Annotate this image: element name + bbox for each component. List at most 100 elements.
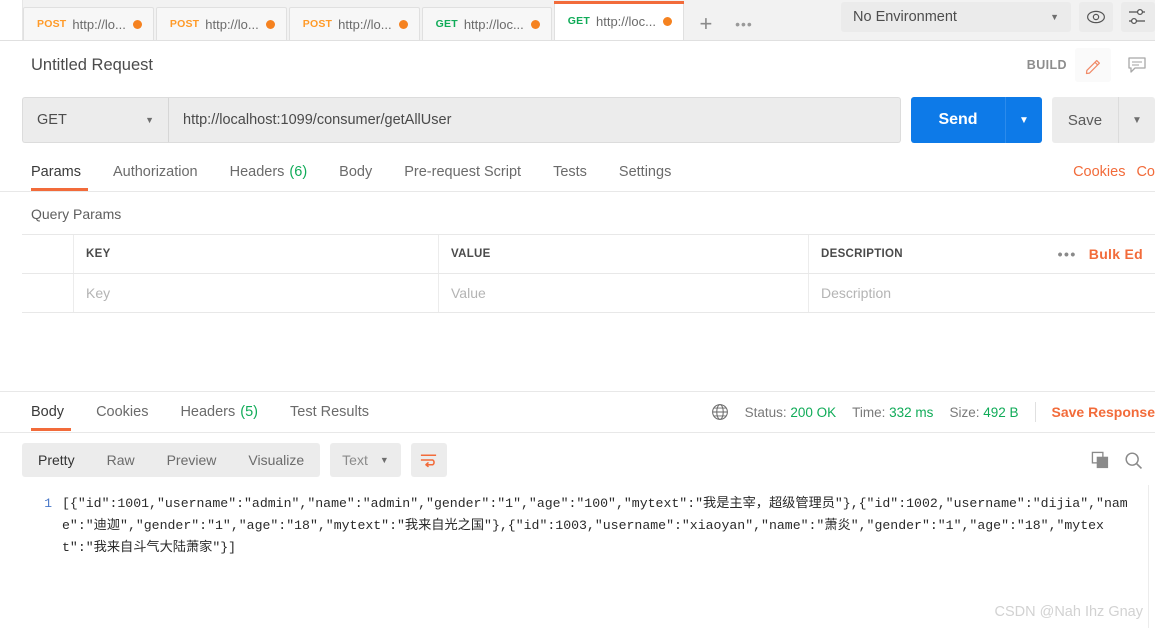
- time-label: Time: 332 ms: [852, 405, 933, 420]
- tab-url: http://loc...: [463, 16, 524, 32]
- column-header-key: KEY: [74, 235, 439, 273]
- response-format-selector[interactable]: Text ▼: [330, 443, 401, 477]
- cookies-link[interactable]: Cookies: [1073, 164, 1125, 180]
- param-key-input[interactable]: Key: [74, 274, 439, 312]
- send-button[interactable]: Send: [911, 97, 1005, 143]
- tab-label: Headers: [229, 164, 285, 180]
- request-tab[interactable]: POST http://lo...: [288, 7, 420, 40]
- environment-selector[interactable]: No Environment ▼: [841, 2, 1071, 32]
- save-response-button[interactable]: Save Response: [1052, 404, 1155, 420]
- unsaved-dot-icon: [265, 19, 275, 29]
- chevron-down-icon: ▼: [145, 115, 154, 125]
- tab-body[interactable]: Body: [323, 153, 388, 191]
- column-header-description: DESCRIPTION ••• Bulk Ed: [809, 235, 1155, 273]
- select-all-checkbox-cell[interactable]: [22, 235, 74, 273]
- environment-quick-look-button[interactable]: [1079, 2, 1113, 32]
- chevron-down-icon: ▼: [1050, 12, 1059, 22]
- row-checkbox-cell[interactable]: [22, 274, 74, 312]
- response-body-viewer[interactable]: 1 [{"id":1001,"username":"admin","name":…: [0, 485, 1155, 628]
- tab-method: POST: [37, 18, 67, 30]
- request-tab[interactable]: POST http://lo...: [23, 7, 154, 40]
- unsaved-dot-icon: [132, 19, 142, 29]
- http-method-value: GET: [37, 112, 67, 128]
- response-tab-test-results[interactable]: Test Results: [274, 393, 385, 431]
- tab-label: Body: [31, 404, 65, 420]
- line-number-gutter: 1: [22, 485, 62, 628]
- environment-settings-button[interactable]: [1121, 2, 1155, 32]
- eye-icon: [1087, 10, 1105, 24]
- view-mode-preview[interactable]: Preview: [151, 443, 233, 477]
- response-body-text[interactable]: [{"id":1001,"username":"admin","name":"a…: [62, 485, 1155, 628]
- meta-divider: [1034, 402, 1036, 422]
- response-tabs: Body Cookies Headers (5) Test Results St…: [0, 391, 1155, 433]
- request-tab[interactable]: GET http://loc...: [421, 7, 552, 40]
- tab-method: POST: [169, 18, 200, 30]
- param-description-input[interactable]: Description: [809, 274, 1155, 312]
- response-format-value: Text: [342, 452, 368, 468]
- tab-headers[interactable]: Headers (6): [214, 153, 324, 191]
- tab-label: Body: [339, 164, 373, 180]
- tab-url: http://lo...: [205, 16, 259, 32]
- param-value-input[interactable]: Value: [439, 274, 809, 312]
- postman-window: POST http://lo... POST http://lo... POST…: [0, 0, 1155, 628]
- word-wrap-button[interactable]: [410, 443, 447, 477]
- view-mode-raw[interactable]: Raw: [91, 443, 151, 477]
- request-tab-active[interactable]: GET http://loc...: [553, 1, 685, 40]
- tab-list: POST http://lo... POST http://lo... POST…: [23, 0, 762, 40]
- tab-label: Headers: [180, 404, 236, 420]
- response-tab-body[interactable]: Body: [22, 393, 80, 431]
- status-label: Status: 200 OK: [745, 405, 837, 420]
- word-wrap-icon: [421, 454, 437, 468]
- save-button-group: Save ▼: [1052, 97, 1155, 143]
- status-badge: 200 OK: [790, 404, 837, 420]
- comments-button[interactable]: [1119, 48, 1155, 82]
- table-header-row: KEY VALUE DESCRIPTION ••• Bulk Ed: [22, 235, 1155, 274]
- tab-label: Cookies: [96, 404, 149, 420]
- tab-label: Tests: [553, 164, 587, 180]
- tab-tests[interactable]: Tests: [537, 153, 603, 191]
- response-tab-cookies[interactable]: Cookies: [80, 393, 164, 431]
- request-tabs-links: Cookies Co: [1073, 164, 1155, 180]
- http-method-selector[interactable]: GET ▼: [22, 97, 168, 143]
- query-params-title: Query Params: [31, 206, 122, 222]
- response-viewer-toolbar: Pretty Raw Preview Visualize Text ▼: [0, 433, 1155, 485]
- response-meta: Status: 200 OK Time: 332 ms Size: 492 B …: [711, 402, 1155, 422]
- tab-pre-request-script[interactable]: Pre-request Script: [388, 153, 537, 191]
- search-icon[interactable]: [1124, 451, 1143, 470]
- copy-icon[interactable]: [1091, 451, 1110, 470]
- sliders-icon: [1129, 8, 1145, 25]
- view-mode-pretty[interactable]: Pretty: [22, 443, 91, 477]
- sidebar-rail: [0, 0, 23, 40]
- send-options-button[interactable]: ▼: [1005, 97, 1042, 143]
- request-tab[interactable]: POST http://lo...: [155, 7, 287, 40]
- query-params-section: Query Params KEY VALUE DESCRIPTION ••• B…: [0, 192, 1155, 391]
- view-mode-visualize[interactable]: Visualize: [232, 443, 320, 477]
- time-label-text: Time:: [852, 404, 886, 420]
- tab-label: Test Results: [290, 404, 369, 420]
- line-number: 1: [44, 496, 52, 511]
- tab-url: http://loc...: [595, 13, 656, 29]
- tab-label: Settings: [618, 164, 672, 180]
- column-header-value: VALUE: [439, 235, 809, 273]
- request-header-actions: BUILD: [1027, 48, 1155, 82]
- edit-request-button[interactable]: [1075, 48, 1111, 82]
- save-button[interactable]: Save: [1052, 97, 1118, 143]
- build-label: BUILD: [1026, 58, 1067, 72]
- response-viewer-actions: [1091, 451, 1155, 470]
- unsaved-dot-icon: [530, 19, 540, 29]
- table-actions: ••• Bulk Ed: [1044, 246, 1143, 262]
- bulk-edit-link[interactable]: Bulk Ed: [1089, 246, 1143, 262]
- tab-authorization[interactable]: Authorization: [97, 153, 214, 191]
- tab-params[interactable]: Params: [22, 153, 97, 191]
- table-row: Key Value Description: [22, 274, 1155, 312]
- tab-overflow-menu-icon[interactable]: •••: [726, 7, 762, 40]
- request-url-input[interactable]: http://localhost:1099/consumer/getAllUse…: [168, 97, 901, 143]
- response-tab-headers[interactable]: Headers (5): [164, 393, 274, 431]
- save-options-button[interactable]: ▼: [1118, 97, 1155, 143]
- globe-icon[interactable]: [711, 403, 729, 421]
- tab-settings[interactable]: Settings: [603, 153, 687, 191]
- tab-count: (6): [289, 164, 308, 180]
- table-options-icon[interactable]: •••: [1058, 246, 1077, 262]
- new-tab-button[interactable]: +: [686, 7, 726, 40]
- code-link[interactable]: Co: [1136, 164, 1155, 180]
